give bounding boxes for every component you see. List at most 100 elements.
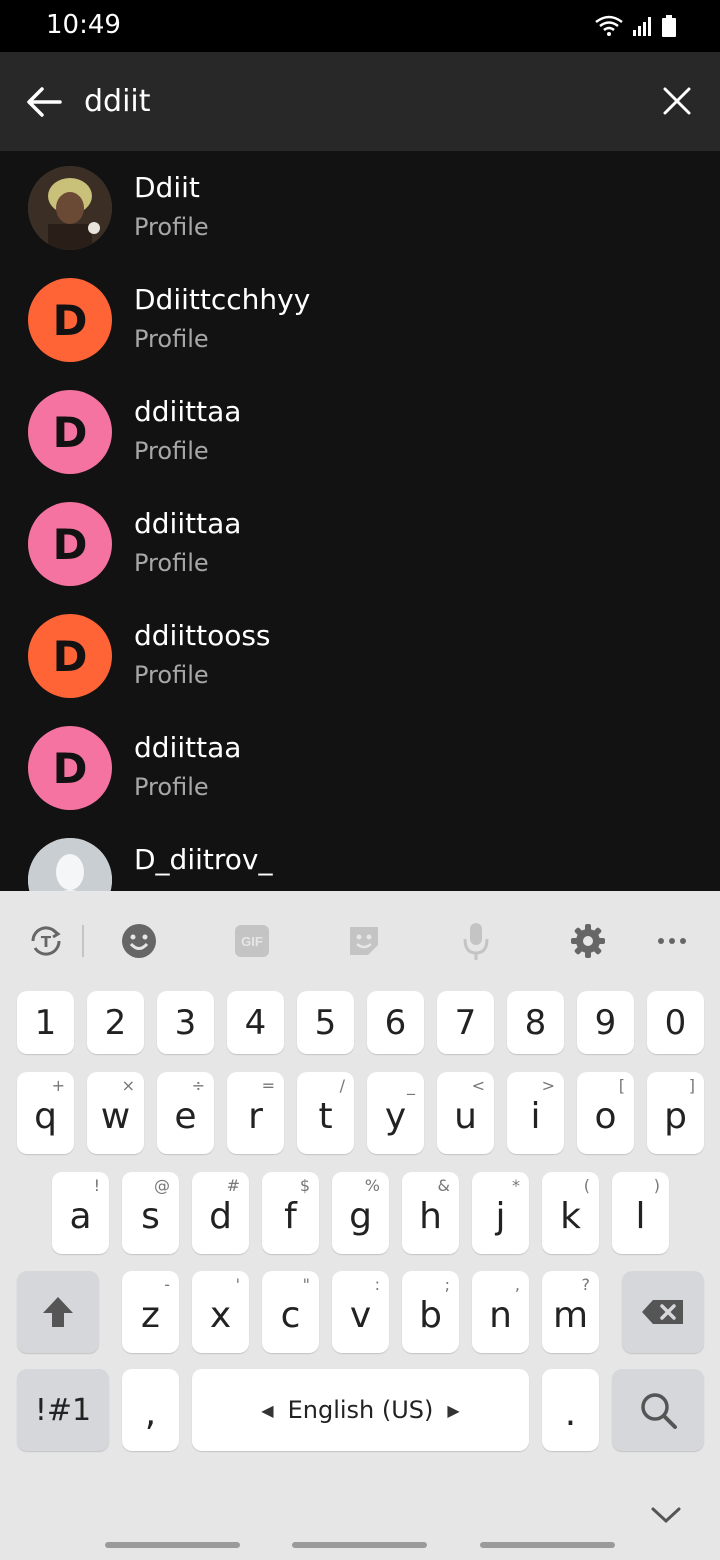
key-o[interactable]: o[ bbox=[577, 1072, 634, 1154]
key-label: 8 bbox=[524, 1002, 547, 1043]
result-type: Profile bbox=[134, 325, 209, 353]
key-s[interactable]: s @ bbox=[122, 1172, 179, 1254]
key-r[interactable]: r = bbox=[227, 1072, 284, 1154]
settings-icon[interactable] bbox=[568, 921, 608, 961]
space-key[interactable]: ◀ English (US) ▶ bbox=[192, 1369, 529, 1451]
key-alt-label: , bbox=[514, 1275, 520, 1294]
key-w[interactable]: w × bbox=[87, 1072, 144, 1154]
key-i[interactable]: i > bbox=[507, 1072, 564, 1154]
key-b[interactable]: b; bbox=[402, 1271, 459, 1353]
key-n[interactable]: n, bbox=[472, 1271, 529, 1353]
symbols-key[interactable]: !#1 bbox=[17, 1369, 109, 1451]
search-key[interactable] bbox=[612, 1369, 704, 1451]
key-alt-label: ? bbox=[581, 1275, 591, 1294]
toolbar-divider bbox=[82, 925, 84, 957]
key-7[interactable]: 7 bbox=[437, 991, 494, 1054]
translate-icon[interactable]: T bbox=[26, 921, 66, 961]
search-input[interactable]: ddiit bbox=[84, 84, 151, 119]
key-label: 7 bbox=[454, 1002, 477, 1043]
key-alt-label: ! bbox=[93, 1176, 100, 1195]
comma-key[interactable]: , bbox=[122, 1369, 179, 1451]
key-p[interactable]: p] bbox=[647, 1072, 704, 1154]
period-key[interactable]: . bbox=[542, 1369, 599, 1451]
key-u[interactable]: u < bbox=[437, 1072, 494, 1154]
gif-icon[interactable]: GIF bbox=[232, 921, 272, 961]
key-f[interactable]: f $ bbox=[262, 1172, 319, 1254]
list-item[interactable]: D_diitrov_ bbox=[0, 823, 720, 891]
key-t[interactable]: t / bbox=[297, 1072, 354, 1154]
key-z[interactable]: z- bbox=[122, 1271, 179, 1353]
shift-key[interactable] bbox=[17, 1271, 99, 1353]
key-label: 3 bbox=[174, 1002, 197, 1043]
key-alt-label: [ bbox=[618, 1076, 625, 1095]
list-item[interactable]: D ddiittaa Profile bbox=[0, 711, 720, 823]
search-icon bbox=[641, 1393, 677, 1429]
key-alt-label: _ bbox=[407, 1076, 415, 1095]
key-6[interactable]: 6 bbox=[367, 991, 424, 1054]
key-4[interactable]: 4 bbox=[227, 991, 284, 1054]
sticker-icon[interactable] bbox=[344, 921, 384, 961]
key-label: t bbox=[318, 1095, 333, 1137]
key-label: i bbox=[530, 1095, 541, 1137]
key-label: w bbox=[100, 1095, 131, 1137]
key-alt-label: % bbox=[364, 1176, 380, 1195]
backspace-icon bbox=[642, 1300, 683, 1324]
result-type: Profile bbox=[134, 549, 209, 577]
list-item[interactable]: Ddiit Profile bbox=[0, 151, 720, 263]
mic-icon[interactable] bbox=[456, 921, 496, 961]
key-5[interactable]: 5 bbox=[297, 991, 354, 1054]
nav-recents-button[interactable] bbox=[105, 1542, 240, 1548]
result-type: Profile bbox=[134, 437, 209, 465]
nav-back-button[interactable] bbox=[480, 1542, 615, 1548]
avatar: D bbox=[28, 278, 112, 362]
key-j[interactable]: j * bbox=[472, 1172, 529, 1254]
key-label: l bbox=[635, 1195, 646, 1237]
key-0[interactable]: 0 bbox=[647, 991, 704, 1054]
key-label: f bbox=[284, 1195, 297, 1237]
key-d[interactable]: d # bbox=[192, 1172, 249, 1254]
status-icons bbox=[594, 14, 676, 38]
backspace-key[interactable] bbox=[622, 1271, 704, 1353]
search-bar: ddiit bbox=[0, 52, 720, 151]
emoji-icon[interactable] bbox=[119, 921, 159, 961]
key-a[interactable]: a! bbox=[52, 1172, 109, 1254]
nav-home-button[interactable] bbox=[292, 1542, 427, 1548]
key-8[interactable]: 8 bbox=[507, 991, 564, 1054]
key-alt-label: ; bbox=[444, 1275, 450, 1294]
key-label: . bbox=[564, 1392, 577, 1434]
back-arrow-icon[interactable] bbox=[24, 82, 64, 122]
key-label: 5 bbox=[314, 1002, 337, 1043]
list-item[interactable]: D ddiittaa Profile bbox=[0, 487, 720, 599]
key-k[interactable]: k( bbox=[542, 1172, 599, 1254]
key-q[interactable]: q + bbox=[17, 1072, 74, 1154]
key-m[interactable]: m? bbox=[542, 1271, 599, 1353]
list-item[interactable]: D ddiittooss Profile bbox=[0, 599, 720, 711]
clear-search-icon[interactable] bbox=[662, 86, 692, 116]
key-c[interactable]: c " bbox=[262, 1271, 319, 1353]
key-l[interactable]: l) bbox=[612, 1172, 669, 1254]
key-3[interactable]: 3 bbox=[157, 991, 214, 1054]
language-right-arrow-icon: ▶ bbox=[447, 1400, 460, 1420]
avatar bbox=[28, 166, 112, 250]
key-label: 6 bbox=[384, 1002, 407, 1043]
list-item[interactable]: D ddiittaa Profile bbox=[0, 375, 720, 487]
result-name: Ddiittcchhyy bbox=[134, 283, 311, 316]
key-v[interactable]: v: bbox=[332, 1271, 389, 1353]
key-g[interactable]: g% bbox=[332, 1172, 389, 1254]
more-icon[interactable] bbox=[652, 921, 692, 961]
key-1[interactable]: 1 bbox=[17, 991, 74, 1054]
key-h[interactable]: h & bbox=[402, 1172, 459, 1254]
key-x[interactable]: x ' bbox=[192, 1271, 249, 1353]
list-item[interactable]: D Ddiittcchhyy Profile bbox=[0, 263, 720, 375]
key-label: r bbox=[248, 1095, 263, 1137]
avatar: D bbox=[28, 614, 112, 698]
status-time: 10:49 bbox=[46, 10, 121, 40]
key-label: k bbox=[560, 1195, 581, 1237]
key-e[interactable]: e ÷ bbox=[157, 1072, 214, 1154]
space-language-label: English (US) bbox=[287, 1396, 434, 1424]
key-2[interactable]: 2 bbox=[87, 991, 144, 1054]
status-bar: 10:49 bbox=[0, 0, 720, 52]
key-y[interactable]: y _ bbox=[367, 1072, 424, 1154]
key-9[interactable]: 9 bbox=[577, 991, 634, 1054]
key-label: 9 bbox=[594, 1002, 617, 1043]
